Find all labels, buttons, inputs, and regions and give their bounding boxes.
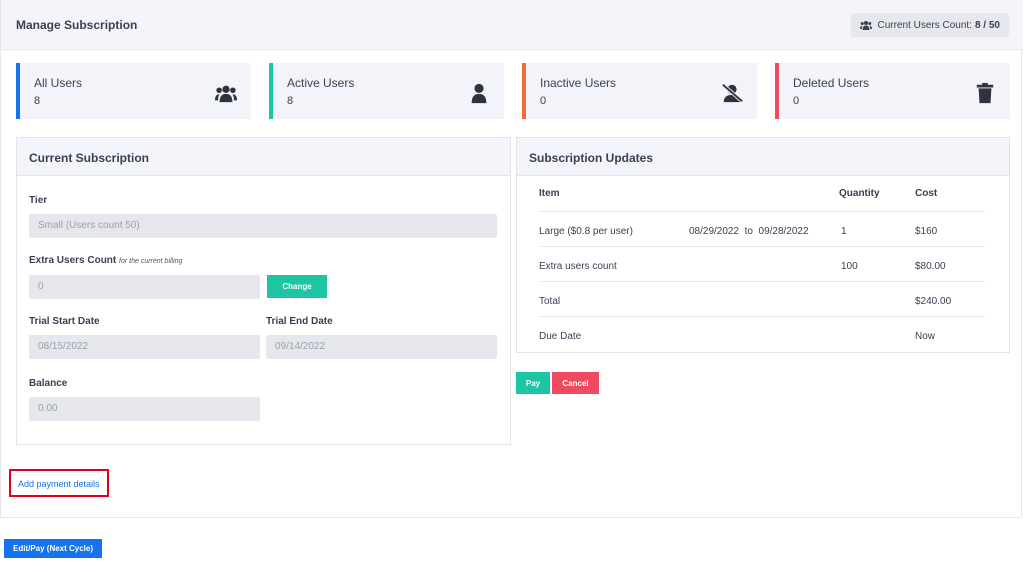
change-button[interactable]: Change [267,275,327,298]
users-group-icon [215,85,237,103]
add-payment-highlight: Add payment details [9,469,109,497]
trash-icon [976,82,994,104]
table-row: Total $240.00 [539,282,985,317]
trial-start-label: Trial Start Date [29,316,100,327]
user-icon [471,83,487,104]
row-cost: $160 [915,226,938,237]
stat-card-all-users: All Users 8 [16,63,251,119]
row-cost: $240.00 [915,296,952,307]
stat-accent-bar [775,63,779,119]
subscription-updates-box: Subscription Updates Item Quantity Cost … [516,137,1010,353]
stat-accent-bar [269,63,273,119]
cancel-button[interactable]: Cancel [552,372,599,394]
current-subscription-box: Current Subscription Tier Small (Users c… [16,137,511,445]
row-cost: $80.00 [915,261,946,272]
stat-label: Inactive Users [540,76,617,90]
trial-end-label: Trial End Date [266,316,333,327]
stat-label: All Users [34,76,83,90]
current-subscription-title: Current Subscription [17,138,510,176]
tier-label: Tier [29,195,48,206]
edit-pay-next-cycle-button[interactable]: Edit/Pay (Next Cycle) [4,539,102,558]
pay-button[interactable]: Pay [516,372,550,394]
stat-card-deleted-users: Deleted Users 0 [775,63,1010,119]
balance-field[interactable]: 0.00 [29,397,260,421]
table-row: Extra users count 100 $80.00 [539,247,985,282]
row-period: 08/29/2022 to 09/28/2022 [689,226,809,237]
users-group-icon [860,21,873,30]
extra-users-label-text: Extra Users Count [29,255,117,266]
stat-value: 0 [793,95,800,107]
table-row: Large ($0.8 per user) 08/29/2022 to 09/2… [539,212,985,247]
users-count-badge: Current Users Count: 8 / 50 [851,13,1009,37]
extra-users-hint: for the current billing [119,258,183,265]
row-item: Total [539,296,561,307]
column-header-item: Item [539,188,560,199]
stat-card-active-users: Active Users 8 [269,63,504,119]
table-row: Due Date Now [539,317,985,352]
trial-start-field[interactable]: 08/15/2022 [29,335,260,359]
stat-label: Deleted Users [793,76,870,90]
stat-value: 8 [34,95,41,107]
subscription-updates-title: Subscription Updates [517,138,1009,176]
row-quantity: 100 [841,261,858,272]
stat-label: Active Users [287,76,355,90]
column-header-cost: Cost [915,188,938,199]
manage-subscription-panel: Manage Subscription Current Users Count:… [0,0,1023,518]
row-quantity: 1 [841,226,847,237]
trial-end-field[interactable]: 09/14/2022 [266,335,497,359]
users-count-label: Current Users Count: [877,19,972,31]
extra-users-label: Extra Users Count for the current billin… [29,255,182,266]
stat-accent-bar [16,63,20,119]
users-count-value: 8 / 50 [974,19,1000,31]
stat-value: 0 [540,95,547,107]
row-item: Extra users count [539,261,617,272]
user-slash-icon [721,83,743,103]
balance-label: Balance [29,378,68,389]
stat-card-inactive-users: Inactive Users 0 [522,63,757,119]
stat-accent-bar [522,63,526,119]
row-item: Due Date [539,331,582,342]
row-item: Large ($0.8 per user) [539,226,633,237]
stat-value: 8 [287,95,294,107]
tier-field[interactable]: Small (Users count 50) [29,214,497,238]
add-payment-details-link[interactable]: Add payment details [18,479,100,489]
updates-table-header: Item Quantity Cost [539,177,985,212]
row-cost: Now [915,331,936,342]
column-header-quantity: Quantity [839,188,880,199]
extra-users-field[interactable]: 0 [29,275,260,299]
page-title: Manage Subscription [16,18,138,32]
panel-header: Manage Subscription Current Users Count:… [1,0,1023,50]
